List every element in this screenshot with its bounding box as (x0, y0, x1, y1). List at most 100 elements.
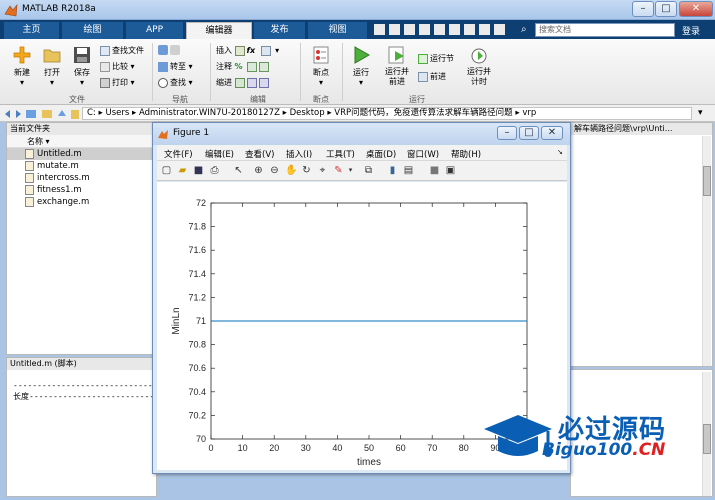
y-tick-label: 70 (196, 434, 206, 444)
x-tick-label: 0 (208, 443, 213, 453)
new-button[interactable]: 新建 ▾ (8, 45, 36, 87)
goto-button[interactable]: 转至 ▾ (158, 61, 193, 72)
tab-view[interactable]: 视图 (308, 22, 368, 39)
indent-right-icon (246, 77, 257, 88)
figure-toolbar: ▢ ▰ ■ ⎙ ↖ ⊕ ⊖ ✋ ↻ ⌖ ✎ ▾ ⧉ ▮ ▤ ■ ▣ (157, 161, 567, 181)
editor-scrollbar[interactable] (702, 136, 711, 366)
crumb-vrp[interactable]: vrp (522, 108, 536, 118)
section-breakpoint-label: 断点 (313, 95, 329, 104)
search-icon[interactable]: ⌕ (521, 24, 533, 36)
file-item[interactable]: intercross.m (7, 172, 156, 184)
hide-plot-tools-icon[interactable]: ■ (429, 165, 440, 176)
find-files-button[interactable]: 查找文件 (100, 45, 144, 56)
editor-panel: 解车辆路径问题\vrp\Unti... (570, 122, 713, 367)
x-tick-label: 10 (238, 443, 248, 453)
compare-button[interactable]: 比较 ▾ (100, 61, 135, 72)
name-column-label: 名称 (27, 137, 43, 146)
figure-maximize-button[interactable]: □ (519, 126, 539, 140)
open-file-icon[interactable]: ▰ (177, 165, 188, 176)
show-plot-tools-icon[interactable]: ▣ (445, 165, 456, 176)
y-tick-label: 70.2 (188, 410, 206, 420)
login-link[interactable]: 登录 (682, 24, 700, 37)
run-advance-label: 运行并前进 (385, 67, 409, 86)
zoom-in-icon[interactable]: ⊕ (253, 165, 264, 176)
path-dropdown-icon[interactable]: ▾ (698, 108, 703, 118)
section-nav-label: 导航 (172, 95, 188, 104)
new-plus-icon (13, 46, 31, 64)
section-divider (210, 43, 211, 101)
crumb-admin[interactable]: Administrator.WIN7U-20180127Z (139, 108, 280, 118)
path-breadcrumb[interactable]: C: ▸ Users ▸ Administrator.WIN7U-2018012… (82, 107, 692, 120)
brush-icon[interactable]: ✎ (333, 165, 344, 176)
crumb-drive[interactable]: C: (87, 108, 96, 118)
x-tick-label: 70 (427, 443, 437, 453)
magnifier-icon (158, 77, 168, 88)
menu-help[interactable]: 帮助(H) (451, 148, 481, 160)
print-icon (100, 77, 110, 88)
print-figure-icon[interactable]: ⎙ (209, 165, 220, 176)
pan-hand-icon[interactable]: ✋ (285, 165, 297, 176)
file-item[interactable]: Untitled.m (7, 148, 156, 160)
menu-dock-icon[interactable]: ↘ (557, 148, 563, 156)
new-figure-icon[interactable]: ▢ (161, 165, 172, 176)
menu-view[interactable]: 查看(V) (245, 148, 274, 160)
tab-editor[interactable]: 编辑器 (186, 22, 252, 39)
file-item[interactable]: exchange.m (7, 196, 156, 208)
save-label: 保存 (74, 68, 90, 77)
tab-publish[interactable]: 发布 (254, 22, 306, 39)
breakpoints-button[interactable]: 断点 ▾ (306, 45, 336, 87)
maximize-button[interactable]: □ (655, 1, 677, 17)
tab-apps[interactable]: APP (126, 22, 184, 39)
breakpoint-label: 断点 (313, 68, 329, 77)
comment-button[interactable]: 注释 % (216, 61, 271, 72)
search-docs-input[interactable]: 搜索文档 (535, 23, 675, 37)
insert-colorbar-icon[interactable]: ▮ (387, 165, 398, 176)
zoom-out-icon[interactable]: ⊖ (269, 165, 280, 176)
close-button[interactable]: ✕ (679, 1, 713, 17)
scroll-thumb[interactable] (703, 166, 711, 196)
print-button[interactable]: 打印 ▾ (100, 77, 135, 88)
watermark-domain-tld: .CN (632, 440, 666, 460)
link-plot-icon[interactable]: ⧉ (363, 165, 374, 176)
menu-insert[interactable]: 插入(I) (286, 148, 312, 160)
menu-file[interactable]: 文件(F) (164, 148, 193, 160)
figure-minimize-button[interactable]: – (497, 126, 517, 140)
edit-plot-arrow-icon[interactable]: ↖ (233, 165, 244, 176)
crumb-desktop[interactable]: Desktop (290, 108, 325, 118)
file-name: exchange.m (37, 197, 90, 207)
save-figure-icon[interactable]: ■ (193, 165, 204, 176)
insert-legend-icon[interactable]: ▤ (403, 165, 414, 176)
nav-back-forward[interactable] (158, 45, 182, 55)
crumb-users[interactable]: Users (105, 108, 129, 118)
y-tick-label: 72 (196, 198, 206, 208)
name-column-header[interactable]: 名称 ▾ (7, 135, 156, 148)
advance-button[interactable]: 前进 (418, 71, 446, 82)
file-item[interactable]: fitness1.m (7, 184, 156, 196)
run-section-button[interactable]: 运行节 (418, 53, 454, 64)
brush-dropdown-icon[interactable]: ▾ (345, 165, 356, 176)
crumb-project[interactable]: VRP问题代码，免疫遗传算法求解车辆路径问题 (334, 108, 512, 118)
open-button[interactable]: 打开 ▾ (38, 45, 66, 87)
save-button[interactable]: 保存 ▾ (68, 45, 96, 87)
menu-edit[interactable]: 编辑(E) (205, 148, 234, 160)
menu-desktop[interactable]: 桌面(D) (366, 148, 396, 160)
tab-home[interactable]: 主页 (4, 22, 60, 39)
run-advance-button[interactable]: 运行并前进 (380, 45, 414, 87)
menu-tools[interactable]: 工具(T) (326, 148, 355, 160)
indent-button[interactable]: 缩进 (216, 77, 271, 88)
percent-icon: % (234, 61, 243, 71)
menu-window[interactable]: 窗口(W) (407, 148, 439, 160)
run-and-time-button[interactable]: 运行并计时 (462, 45, 496, 87)
rotate-3d-icon[interactable]: ↻ (301, 165, 312, 176)
run-button[interactable]: 运行 ▾ (346, 45, 376, 87)
tab-plots[interactable]: 绘图 (62, 22, 124, 39)
run-advance-icon (388, 46, 404, 64)
minimize-button[interactable]: – (632, 1, 654, 17)
section-divider (342, 43, 343, 101)
file-name: intercross.m (37, 173, 90, 183)
find-button[interactable]: 查找 ▾ (158, 77, 193, 88)
data-cursor-icon[interactable]: ⌖ (317, 165, 328, 176)
file-item[interactable]: mutate.m (7, 160, 156, 172)
figure-close-button[interactable]: ✕ (541, 126, 563, 140)
insert-button[interactable]: 插入 fx ▾ (216, 45, 279, 56)
